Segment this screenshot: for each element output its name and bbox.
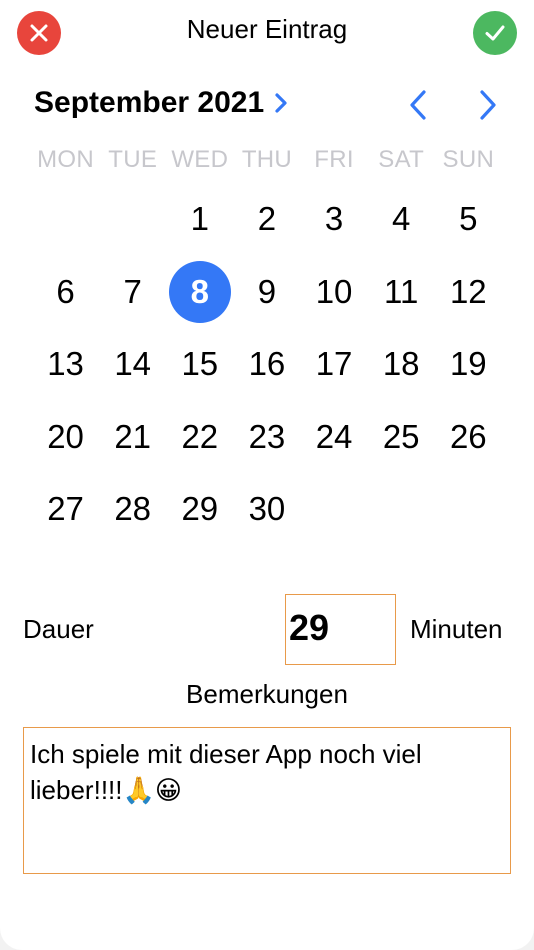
day-cell-27[interactable]: 27	[32, 473, 99, 546]
empty-day-cell	[32, 183, 99, 256]
day-cell-19[interactable]: 19	[435, 328, 502, 401]
day-number: 5	[459, 200, 478, 238]
day-cell-25[interactable]: 25	[368, 401, 435, 474]
day-cell-7[interactable]: 7	[99, 256, 166, 329]
day-cell-16[interactable]: 16	[233, 328, 300, 401]
day-number: 23	[248, 417, 286, 455]
day-cell-21[interactable]: 21	[99, 401, 166, 474]
day-number: 28	[114, 490, 152, 528]
day-cell-28[interactable]: 28	[99, 473, 166, 546]
chevron-left-icon	[410, 90, 426, 120]
day-number: 17	[315, 345, 353, 383]
day-cell-15[interactable]: 15	[166, 328, 233, 401]
day-number: 14	[114, 345, 152, 383]
notes-label: Bemerkungen	[186, 679, 348, 709]
day-number: 21	[114, 417, 152, 455]
weekday-label: MON	[37, 146, 95, 173]
day-number: 9	[257, 272, 277, 310]
checkmark-icon	[485, 25, 505, 41]
day-number: 30	[248, 490, 286, 528]
day-number: 2	[257, 200, 277, 238]
day-cell-12[interactable]: 12	[435, 256, 502, 329]
empty-day-cell	[368, 473, 435, 546]
day-number: 6	[56, 272, 75, 310]
chevron-right-icon	[480, 90, 496, 120]
weekday-header: MON TUE WED THU FRI SAT SUN	[32, 146, 502, 174]
day-number: 1	[190, 200, 209, 238]
day-cell-3[interactable]: 3	[301, 183, 368, 256]
day-cell-23[interactable]: 23	[233, 401, 300, 474]
duration-unit-label: Minuten	[410, 614, 503, 644]
weekday-label: FRI	[314, 146, 354, 173]
day-number: 3	[324, 200, 344, 238]
day-cell-20[interactable]: 20	[32, 401, 99, 474]
day-number: 25	[382, 417, 420, 455]
day-number: 20	[47, 417, 84, 455]
day-cell-17[interactable]: 17	[301, 328, 368, 401]
weekday-label: TUE	[108, 146, 158, 173]
day-number: 13	[47, 345, 84, 383]
weekday-label: WED	[171, 146, 229, 173]
day-number: 7	[123, 272, 142, 310]
month-label: September 2021	[34, 86, 265, 119]
day-number: 18	[382, 345, 420, 383]
day-cell-10[interactable]: 10	[301, 256, 368, 329]
empty-day-cell	[435, 473, 502, 546]
notes-textarea[interactable]: Ich spiele mit dieser App noch viel lieb…	[23, 727, 511, 874]
chevron-right-icon	[274, 92, 288, 114]
day-cell-1[interactable]: 1	[166, 183, 233, 256]
day-cell-4[interactable]: 4	[368, 183, 435, 256]
day-number: 4	[392, 200, 411, 238]
day-number: 22	[181, 417, 219, 455]
day-cell-8[interactable]: 8	[166, 256, 233, 329]
empty-day-cell	[301, 473, 368, 546]
day-number: 15	[181, 345, 219, 383]
duration-label: Dauer	[23, 614, 94, 644]
duration-input[interactable]: 29	[285, 594, 396, 665]
day-cell-13[interactable]: 13	[32, 328, 99, 401]
month-picker-button[interactable]: September 2021	[34, 86, 288, 120]
day-number: 12	[449, 272, 487, 310]
day-number: 16	[248, 345, 286, 383]
day-cell-5[interactable]: 5	[435, 183, 502, 256]
day-number: 26	[449, 417, 487, 455]
weekday-label: THU	[241, 146, 293, 173]
day-number: 27	[47, 490, 84, 528]
day-number: 29	[181, 490, 219, 528]
day-cell-29[interactable]: 29	[166, 473, 233, 546]
day-cell-2[interactable]: 2	[233, 183, 300, 256]
weekday-label: SAT	[378, 146, 425, 173]
confirm-button[interactable]	[473, 11, 517, 55]
day-number: 19	[449, 345, 487, 383]
day-number: 11	[384, 272, 419, 310]
calendar-grid: 1 2 3 4 5 6 7 8 9 10 11 12 13 14 15 16 17 18 19 20 21 22 23 24 2…	[32, 183, 502, 546]
day-cell-9[interactable]: 9	[233, 256, 300, 329]
new-entry-screen: Neuer Eintrag September 2021 MON TUE WED…	[0, 0, 534, 950]
day-cell-18[interactable]: 18	[368, 328, 435, 401]
day-number: 10	[315, 272, 353, 310]
day-cell-24[interactable]: 24	[301, 401, 368, 474]
day-cell-26[interactable]: 26	[435, 401, 502, 474]
day-number: 8	[168, 260, 231, 323]
day-cell-22[interactable]: 22	[166, 401, 233, 474]
day-cell-6[interactable]: 6	[32, 256, 99, 329]
previous-month-button[interactable]	[404, 88, 432, 122]
day-number: 24	[315, 417, 353, 455]
day-cell-30[interactable]: 30	[233, 473, 300, 546]
empty-day-cell	[99, 183, 166, 256]
weekday-label: SUN	[442, 146, 495, 173]
page-title: Neuer Eintrag	[186, 14, 348, 44]
day-cell-11[interactable]: 11	[368, 256, 435, 329]
day-cell-14[interactable]: 14	[99, 328, 166, 401]
next-month-button[interactable]	[474, 88, 502, 122]
